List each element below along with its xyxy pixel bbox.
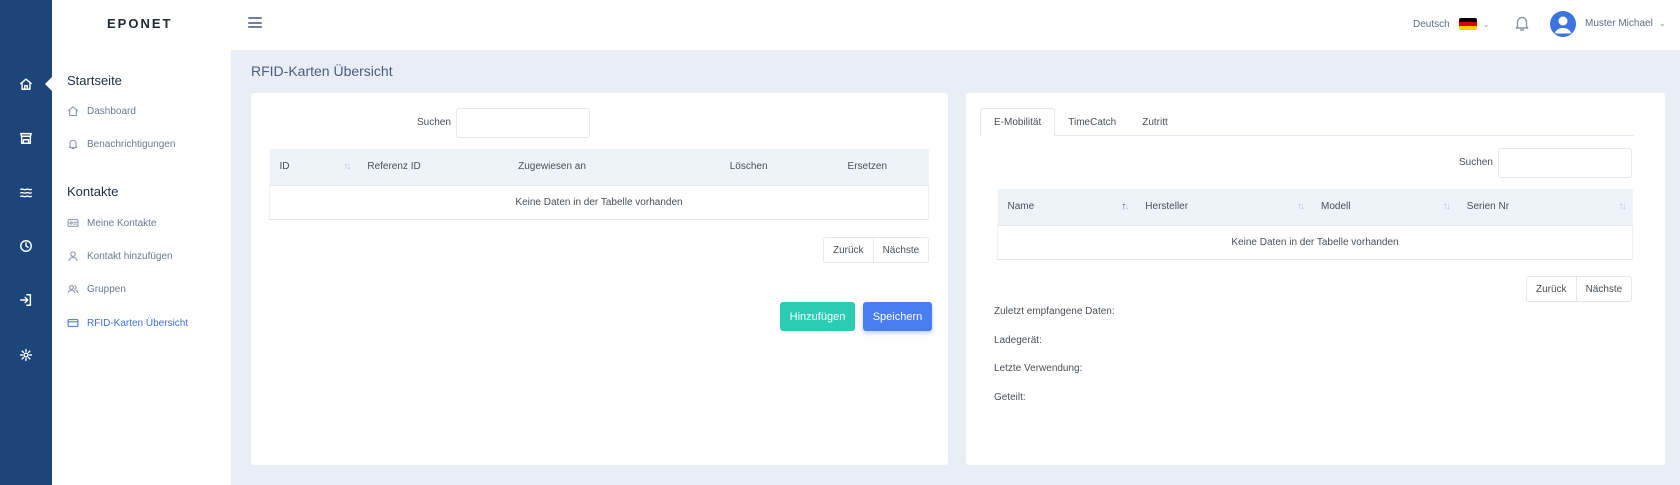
sidebar-item-label: Benachrichtigungen xyxy=(87,138,176,150)
waves-icon[interactable] xyxy=(0,178,52,206)
pagination-prev-button[interactable]: Zurück xyxy=(824,238,873,262)
language-selector[interactable]: Deutsch ⌄ xyxy=(1413,18,1489,30)
sidebar-item-dashboard[interactable]: Dashboard xyxy=(67,104,136,118)
settings-icon[interactable] xyxy=(0,341,52,369)
details-tabs: E-Mobilität TimeCatch Zutritt xyxy=(980,108,1634,137)
pagination: Zurück Nächste xyxy=(1526,276,1633,302)
user-name: Muster Michael xyxy=(1585,18,1653,29)
search-label: Suchen xyxy=(1459,157,1493,168)
user-menu[interactable]: Muster Michael ⌄ xyxy=(1585,18,1666,29)
tab-timecatch[interactable]: TimeCatch xyxy=(1055,108,1129,136)
column-header-assigned-to[interactable]: Zugewiesen an xyxy=(508,149,720,186)
pagination: Zurück Nächste xyxy=(823,237,930,263)
language-label: Deutsch xyxy=(1413,18,1450,30)
sidebar-item-my-contacts[interactable]: Meine Kontakte xyxy=(67,216,157,230)
search-label: Suchen xyxy=(417,117,451,128)
column-header-serial-number[interactable]: Serien Nr ↑↓ xyxy=(1456,189,1633,226)
login-icon[interactable] xyxy=(0,286,52,314)
home-icon xyxy=(67,106,79,117)
sidebar-item-groups[interactable]: Gruppen xyxy=(67,282,126,296)
column-header-model[interactable]: Modell ↑↓ xyxy=(1311,189,1457,226)
empty-table-message: Keine Daten in der Tabelle vorhanden xyxy=(997,225,1633,260)
id-card-icon xyxy=(67,219,79,227)
column-header-id[interactable]: ID ↑↓ xyxy=(269,149,358,186)
sort-ascending-icon: ↑↓ xyxy=(1121,201,1129,212)
top-header: Deutsch ⌄ Muster Michael ⌄ xyxy=(231,0,1680,50)
sidebar-item-label: Kontakt hinzufügen xyxy=(87,250,173,262)
devices-table: Name ↑↓ Hersteller ↑↓ Modell ↑↓ Serien Nr ↑↓… xyxy=(997,189,1633,260)
sort-icon: ↑↓ xyxy=(1442,201,1451,212)
bell-icon xyxy=(68,139,78,150)
search-input[interactable] xyxy=(1498,148,1632,178)
sidebar-item-label: Gruppen xyxy=(87,283,126,295)
user-icon xyxy=(68,251,78,262)
sidebar-item-add-contact[interactable]: Kontakt hinzufügen xyxy=(67,249,173,263)
page-title: RFID-Karten Übersicht xyxy=(251,63,393,79)
charger-label: Ladegerät: xyxy=(994,335,1042,346)
column-header-delete[interactable]: Löschen xyxy=(719,149,838,186)
avatar[interactable] xyxy=(1550,11,1576,37)
notifications-bell-icon[interactable] xyxy=(1513,14,1531,32)
rfid-cards-table: ID ↑↓ Referenz ID Zugewiesen an Löschen E… xyxy=(269,149,929,220)
last-use-label: Letzte Verwendung: xyxy=(994,363,1083,374)
storefront-icon[interactable] xyxy=(0,124,52,152)
search-input[interactable] xyxy=(456,108,590,138)
users-icon xyxy=(67,285,79,294)
pagination-next-button[interactable]: Nächste xyxy=(872,238,929,262)
tab-access[interactable]: Zutritt xyxy=(1129,108,1181,136)
pagination-next-button[interactable]: Nächste xyxy=(1575,277,1632,301)
column-header-replace[interactable]: Ersetzen xyxy=(837,149,929,186)
menu-toggle-icon[interactable] xyxy=(248,17,262,28)
sort-icon: ↑↓ xyxy=(1297,201,1305,212)
empty-table-message: Keine Daten in der Tabelle vorhanden xyxy=(269,185,929,220)
clock-icon[interactable] xyxy=(0,232,52,260)
active-indicator xyxy=(45,77,52,91)
sort-icon: ↑↓ xyxy=(343,161,351,172)
tab-e-mobility[interactable]: E-Mobilität xyxy=(980,108,1056,137)
sort-icon: ↑↓ xyxy=(1618,201,1627,212)
column-header-manufacturer[interactable]: Hersteller ↑↓ xyxy=(1135,189,1312,226)
save-button[interactable]: Speichern xyxy=(863,302,932,331)
sidebar: EPONET Startseite Dashboard Benachrichti… xyxy=(52,0,231,485)
logo: EPONET xyxy=(107,16,173,31)
section-title-start: Startseite xyxy=(67,73,122,88)
sidebar-item-label: Dashboard xyxy=(87,105,136,117)
section-title-contacts: Kontakte xyxy=(67,184,119,199)
sidebar-item-rfid-cards[interactable]: RFID-Karten Übersicht xyxy=(67,316,188,330)
pagination-prev-button[interactable]: Zurück xyxy=(1527,277,1576,301)
shared-label: Geteilt: xyxy=(994,392,1026,403)
credit-card-icon xyxy=(67,319,79,327)
add-button[interactable]: Hinzufügen xyxy=(780,302,855,331)
chevron-down-icon: ⌄ xyxy=(1482,19,1490,29)
last-received-data-label: Zuletzt empfangene Daten: xyxy=(994,306,1115,317)
chevron-down-icon: ⌄ xyxy=(1658,19,1666,28)
german-flag-icon xyxy=(1458,18,1477,30)
sidebar-item-notifications[interactable]: Benachrichtigungen xyxy=(67,137,175,151)
sidebar-item-label: Meine Kontakte xyxy=(87,217,157,229)
sidebar-item-label: RFID-Karten Übersicht xyxy=(87,317,189,329)
column-header-name[interactable]: Name ↑↓ xyxy=(997,189,1136,226)
icon-rail xyxy=(0,0,52,485)
column-header-reference-id[interactable]: Referenz ID xyxy=(357,149,509,186)
